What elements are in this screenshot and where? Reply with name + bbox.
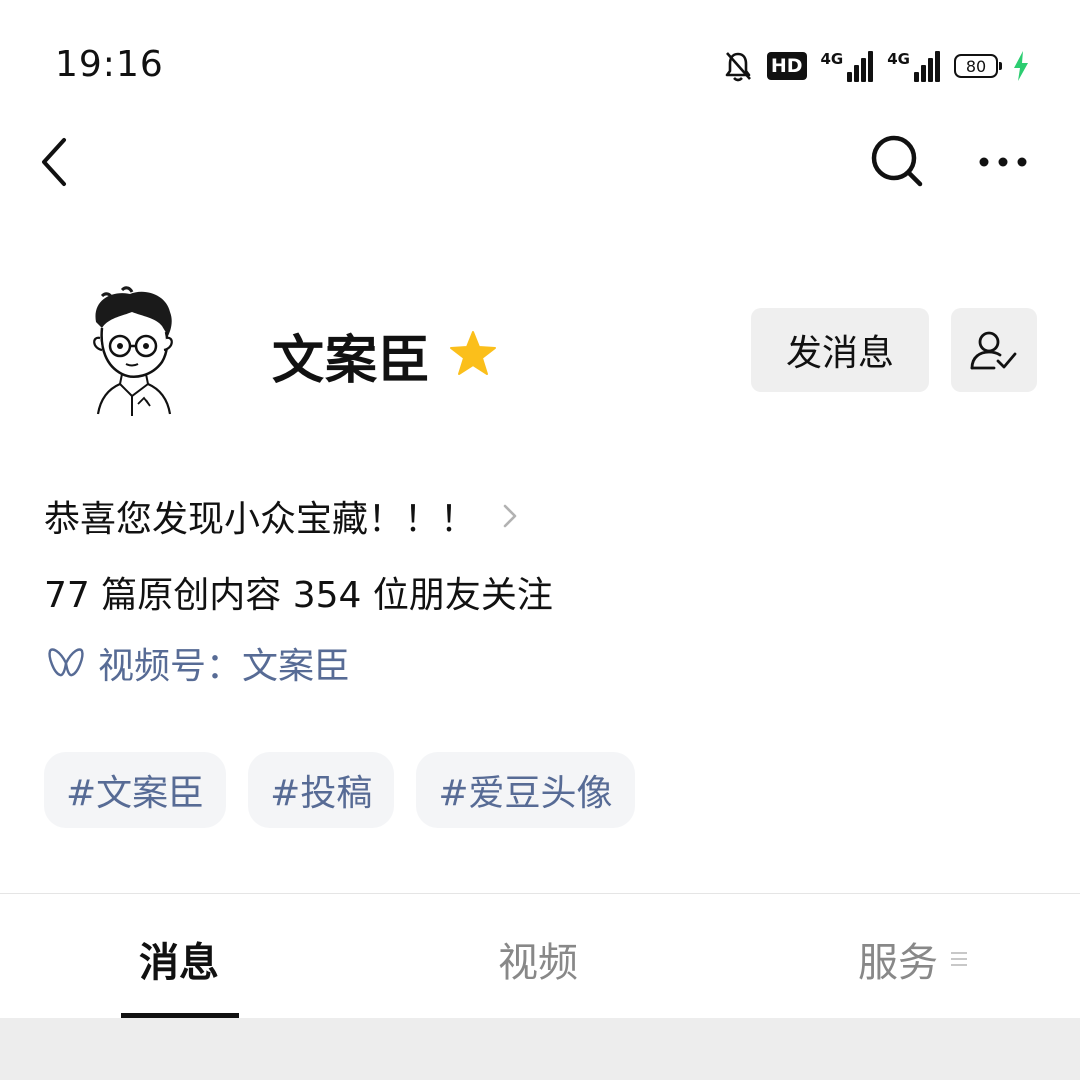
tab-services[interactable]: 服务 xyxy=(858,930,968,988)
bio-text: 恭喜您发现小众宝藏！！！ xyxy=(44,499,477,540)
channels-text: 视频号：文案臣 xyxy=(98,646,351,687)
account-profile-page: 19:16 HD 4G 4G 80 文案臣 发消息 恭喜您发现小众宝藏！！！ 7… xyxy=(0,0,1080,1080)
follow-user-icon xyxy=(970,331,1017,370)
signal-icon: 4G xyxy=(821,50,874,82)
status-icons: HD 4G 4G 80 xyxy=(723,46,1030,86)
content-area xyxy=(0,1018,1080,1080)
status-time: 19:16 xyxy=(55,44,164,85)
network-type-label: 4G xyxy=(820,50,844,68)
avatar xyxy=(93,286,173,416)
hd-voice-badge: HD xyxy=(766,52,807,80)
account-name: 文案臣 xyxy=(272,331,432,391)
send-message-button[interactable]: 发消息 xyxy=(751,308,929,392)
topic-tag[interactable]: #文案臣 xyxy=(44,752,227,828)
search-icon[interactable] xyxy=(866,132,930,192)
battery-icon: 80 xyxy=(954,54,1002,78)
network-type-label: 4G xyxy=(887,50,910,68)
tab-services-label: 服务 xyxy=(858,940,938,986)
bell-muted-icon xyxy=(725,52,751,82)
channels-butterfly-icon xyxy=(48,648,84,677)
back-arrow-icon[interactable] xyxy=(34,132,78,192)
star-icon xyxy=(450,331,496,375)
bio-link[interactable]: 恭喜您发现小众宝藏！！！ xyxy=(44,492,520,540)
topic-tag[interactable]: #投稿 xyxy=(248,752,395,828)
topic-tag[interactable]: #爱豆头像 xyxy=(416,752,635,828)
chevron-right-icon xyxy=(503,504,517,528)
signal-icon: 4G xyxy=(887,50,940,82)
follow-button[interactable] xyxy=(951,308,1037,392)
divider xyxy=(0,893,1080,894)
topic-tags: #文案臣 #投稿 #爱豆头像 xyxy=(44,752,635,828)
battery-level: 80 xyxy=(965,56,987,76)
charging-bolt-icon xyxy=(1014,51,1028,81)
account-stats: 77 篇原创内容 354 位朋友关注 xyxy=(44,575,553,616)
menu-icon xyxy=(951,952,967,966)
tab-messages[interactable]: 消息 xyxy=(139,930,219,988)
channels-link[interactable]: 视频号：文案臣 xyxy=(44,638,350,688)
tab-videos[interactable]: 视频 xyxy=(498,930,578,988)
more-icon[interactable] xyxy=(970,140,1034,184)
